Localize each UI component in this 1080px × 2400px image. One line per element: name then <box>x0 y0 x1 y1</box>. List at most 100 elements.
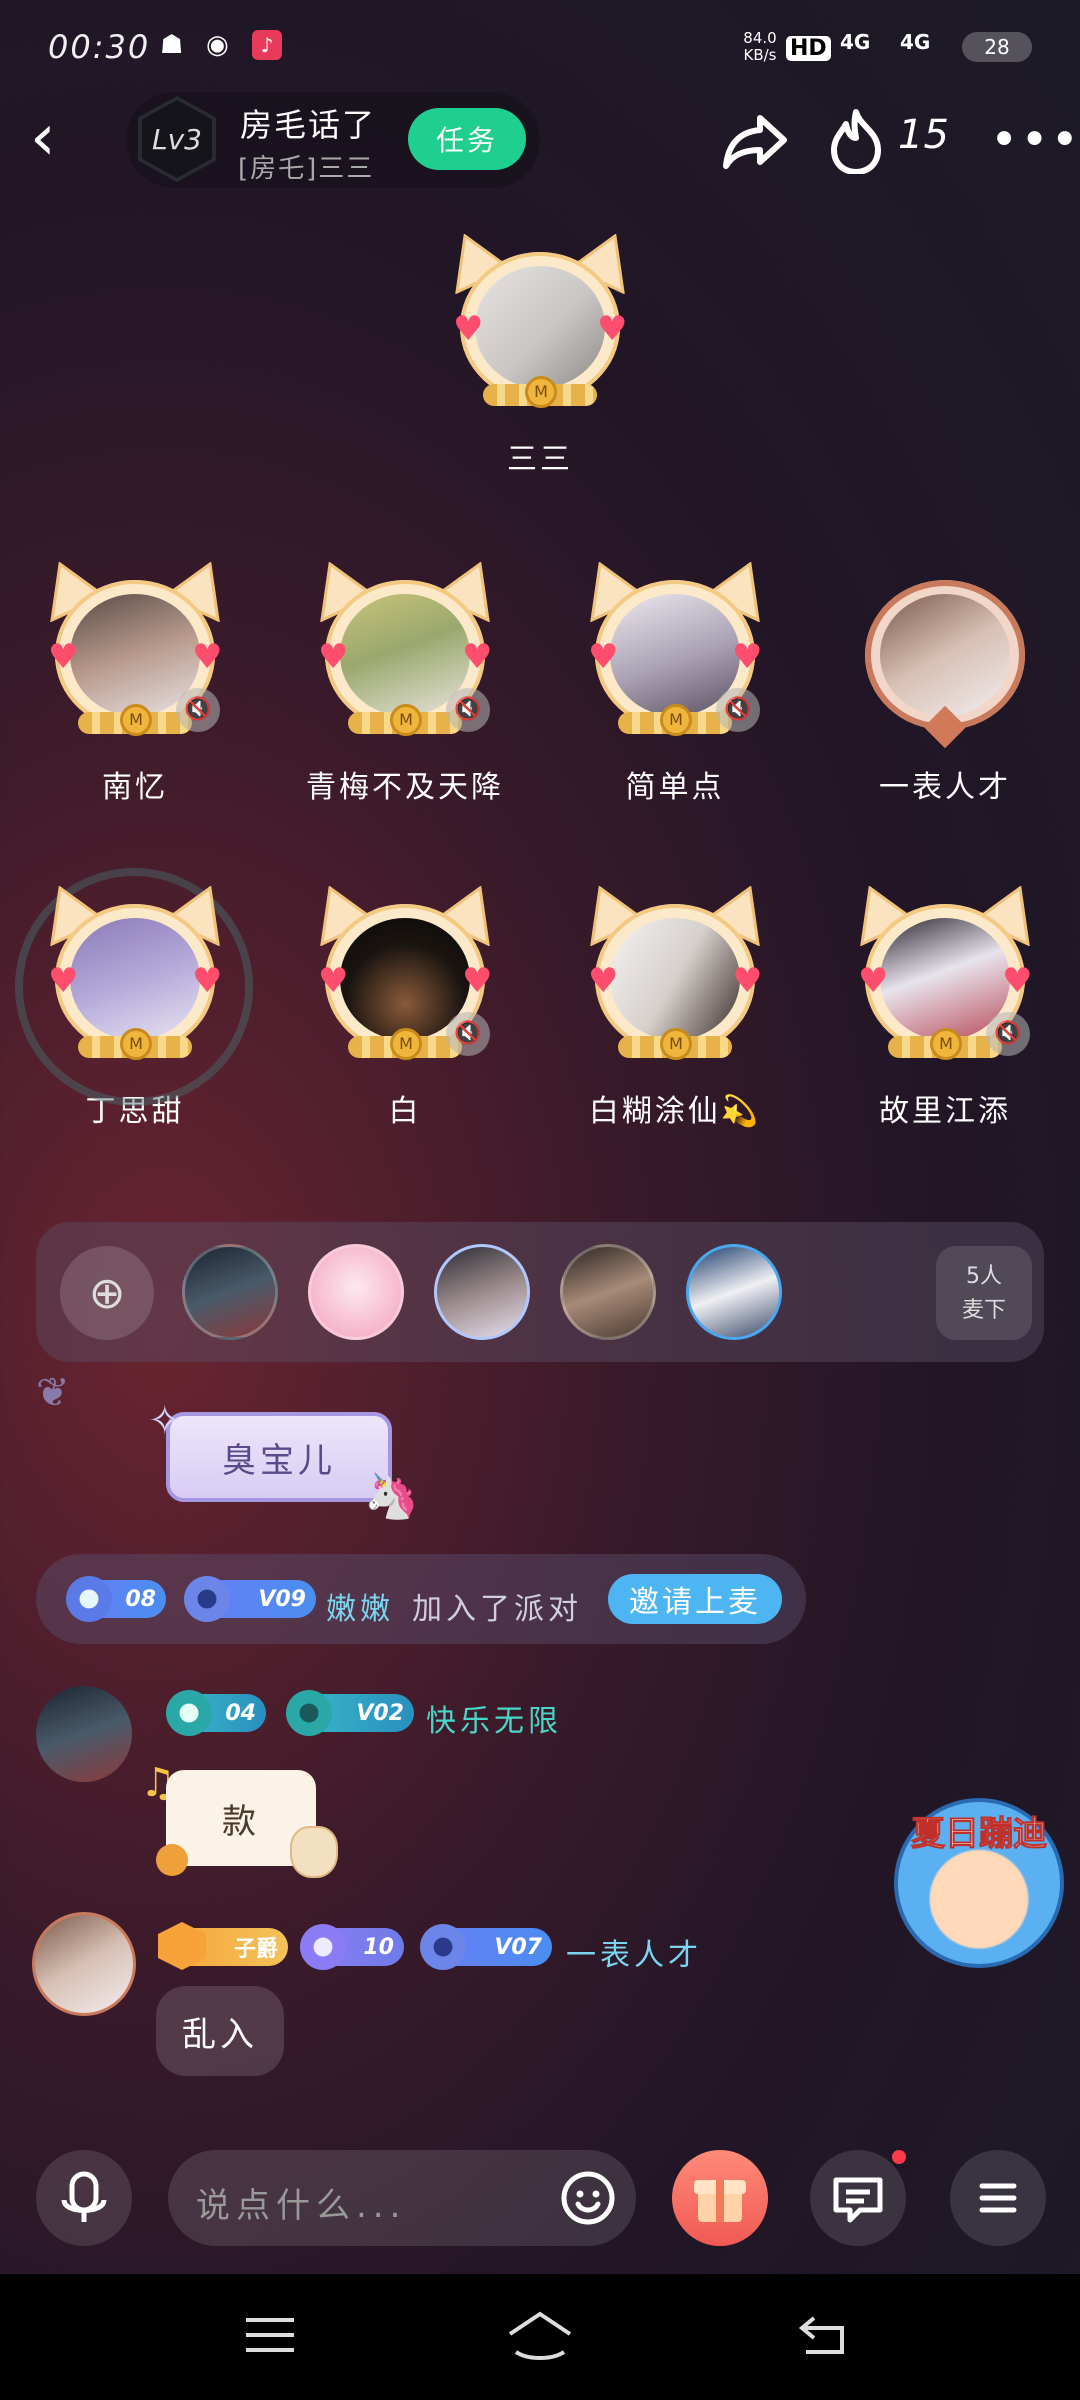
heart-icon: ♥ <box>462 637 493 677</box>
microphone-icon <box>61 2171 107 2222</box>
chat-bubble: 臭宝儿 <box>166 1412 392 1502</box>
room-name: 房毛话了 <box>240 106 377 144</box>
heart-icon: ♥ <box>48 637 79 677</box>
queue-avatar[interactable] <box>308 1244 404 1340</box>
popularity-count: 15 <box>898 112 949 158</box>
net-speed: 84.0 KB/s <box>743 29 777 64</box>
promo-banner[interactable]: 夏日蹦迪 <box>894 1798 1064 1968</box>
seat-name: 南忆 <box>102 770 168 805</box>
status-bar: 00:30 ☗ ◉ ♪ 84.0 KB/s HD 4G 4G 28 <box>0 0 1080 96</box>
mic-muted-icon: 🔇 <box>176 688 220 732</box>
chat-avatar[interactable] <box>36 1686 132 1782</box>
leaf-badge-icon <box>166 1690 212 1736</box>
vip-badge-icon <box>184 1576 230 1622</box>
emoji-icon[interactable] <box>556 2166 620 2230</box>
signal-4g-1: 4G <box>840 30 871 54</box>
seat-name: 简单点 <box>625 770 725 805</box>
back-icon[interactable]: ‹ <box>30 106 80 170</box>
battery-indicator: 28 <box>962 32 1032 62</box>
frame-decoration: ❦ <box>36 1370 70 1416</box>
mic-seat-4[interactable]: 一表人才 <box>845 562 1045 806</box>
mic-seat-5[interactable]: ♥ ♥ M 丁思甜 <box>15 868 253 1130</box>
mic-muted-icon: 🔇 <box>446 688 490 732</box>
home-icon[interactable] <box>504 2308 576 2364</box>
queue-avatar[interactable] <box>434 1244 530 1340</box>
heart-icon: ♥ <box>597 309 628 349</box>
chat-bubble: 乱入 <box>156 1986 284 2076</box>
fairy-icon: ✧ <box>148 1398 182 1444</box>
system-nav-bar <box>0 2274 1080 2400</box>
queue-avatar[interactable] <box>686 1244 782 1340</box>
mic-seat-6[interactable]: ♥ ♥ M 🔇 白 <box>305 886 505 1130</box>
queue-avatar[interactable] <box>560 1244 656 1340</box>
add-user-icon[interactable]: ⊕ <box>60 1246 154 1340</box>
mic-seat-1[interactable]: ♥ ♥ M 🔇 南忆 <box>35 562 235 806</box>
room-host: [房乇]三三 <box>238 154 375 184</box>
seat-name: 白糊涂仙💫 <box>588 1094 762 1129</box>
chat-avatar[interactable] <box>32 1912 136 2016</box>
heart-icon: ♥ <box>318 637 349 677</box>
heart-icon: ♥ <box>48 961 79 1001</box>
seat-avatar <box>610 918 740 1040</box>
leaf-badge-icon <box>300 1924 346 1970</box>
vip-badge-icon <box>286 1690 332 1736</box>
seat-name: 青梅不及天降 <box>306 770 504 805</box>
chat-username[interactable]: 快乐无限 <box>426 1696 562 1740</box>
menu-button[interactable] <box>950 2150 1046 2246</box>
mic-seat-8[interactable]: ♥ ♥ M 🔇 故里江添 <box>845 886 1045 1130</box>
mic-seat-3[interactable]: ♥ ♥ M 🔇 简单点 <box>575 562 775 806</box>
back-nav-icon[interactable] <box>796 2310 852 2360</box>
hd-icon: HD <box>786 36 831 61</box>
queue-avatar[interactable] <box>182 1244 278 1340</box>
invite-to-mic-button[interactable]: 邀请上麦 <box>608 1574 782 1624</box>
share-icon[interactable] <box>720 110 790 170</box>
mic-muted-icon: 🔇 <box>716 688 760 732</box>
more-icon[interactable]: ••• <box>990 116 1080 164</box>
unicorn-icon: 🦄 <box>364 1471 419 1522</box>
queue-count-label: 麦下 <box>961 1298 1006 1323</box>
messages-button[interactable] <box>810 2150 906 2246</box>
heart-icon: ♥ <box>453 309 484 349</box>
host-avatar <box>475 266 605 388</box>
vip-badge-icon <box>420 1924 466 1970</box>
system-username[interactable]: 嫩嫩 <box>326 1584 394 1628</box>
host-name: 三三 <box>507 442 573 477</box>
heart-icon: ♥ <box>588 637 619 677</box>
heart-icon: ♥ <box>858 961 889 1001</box>
sticker-icon <box>156 1844 188 1876</box>
tiktok-icon: ♪ <box>252 30 282 60</box>
host-seat[interactable]: ♥ ♥ M 三三 <box>440 234 640 478</box>
fire-icon[interactable] <box>826 108 886 174</box>
microphone-button[interactable] <box>36 2150 132 2246</box>
seat-name: 白 <box>388 1094 422 1129</box>
heart-icon: ♥ <box>588 961 619 1001</box>
weibo-icon: ◉ <box>206 30 229 60</box>
unread-dot <box>892 2150 906 2164</box>
gift-icon <box>694 2180 746 2222</box>
signal-4g-2: 4G <box>900 30 931 54</box>
mic-seat-7[interactable]: ♥ ♥ M 白糊涂仙💫 <box>575 886 775 1130</box>
cat-sticker-icon <box>290 1826 338 1878</box>
heart-icon: ♥ <box>1002 961 1033 1001</box>
task-button[interactable]: 任务 <box>408 108 526 170</box>
message-icon <box>833 2177 883 2223</box>
system-text: 加入了派对 <box>412 1592 582 1627</box>
heart-icon: ♥ <box>192 961 223 1001</box>
seat-name: 故里江添 <box>879 1094 1011 1129</box>
chat-input-placeholder[interactable]: 说点什么... <box>196 2178 406 2227</box>
leaf-badge-icon <box>66 1576 112 1622</box>
gift-button[interactable] <box>672 2150 768 2246</box>
mic-seat-2[interactable]: ♥ ♥ M 🔇 青梅不及天降 <box>305 562 505 806</box>
menu-icon <box>979 2183 1017 2213</box>
avatar-frame: ♥ ♥ M <box>445 234 635 424</box>
seat-avatar <box>70 918 200 1040</box>
queue-count[interactable]: 5人 麦下 <box>936 1246 1032 1340</box>
mic-muted-icon: 🔇 <box>446 1012 490 1056</box>
heart-icon: ♥ <box>732 961 763 1001</box>
chat-username[interactable]: 一表人才 <box>566 1930 702 1974</box>
app-notification-icon: ☗ <box>160 30 184 60</box>
seat-name: 一表人才 <box>879 770 1011 805</box>
mic-muted-icon: 🔇 <box>986 1012 1030 1056</box>
seat-avatar <box>880 594 1010 716</box>
recent-apps-icon[interactable] <box>240 2310 300 2360</box>
